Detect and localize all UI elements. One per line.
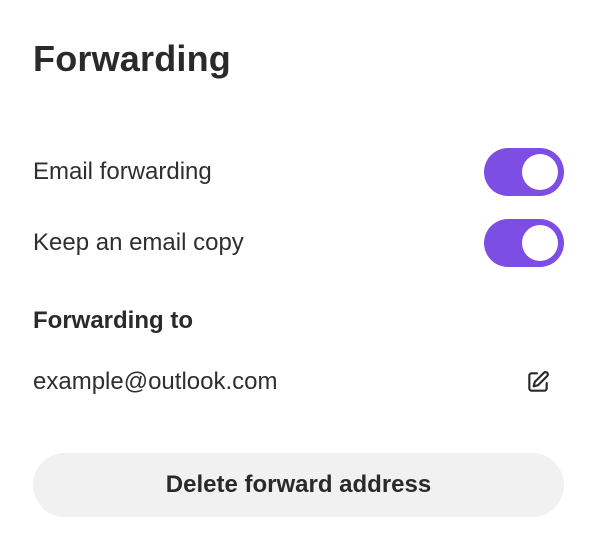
keep-copy-row: Keep an email copy [33, 219, 564, 267]
edit-address-button[interactable] [522, 366, 554, 398]
forwarding-to-heading: Forwarding to [33, 307, 193, 334]
delete-forward-address-button[interactable]: Delete forward address [33, 453, 564, 517]
keep-copy-label: Keep an email copy [33, 229, 244, 256]
forwarding-address: example@outlook.com [33, 368, 278, 395]
edit-icon [528, 371, 549, 392]
forwarding-address-row: example@outlook.com [33, 362, 564, 402]
forwarding-panel: Forwarding Email forwarding Keep an emai… [0, 0, 596, 548]
toggle-knob [522, 225, 558, 261]
email-forwarding-label: Email forwarding [33, 158, 212, 185]
email-forwarding-toggle[interactable] [484, 148, 564, 196]
page-title: Forwarding [33, 38, 231, 79]
toggle-knob [522, 154, 558, 190]
email-forwarding-row: Email forwarding [33, 148, 564, 196]
keep-copy-toggle[interactable] [484, 219, 564, 267]
